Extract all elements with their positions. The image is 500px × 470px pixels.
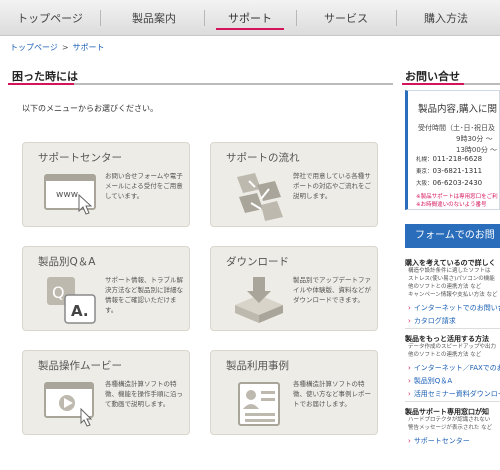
block-text: 他のソフトとの連携方法 など (408, 284, 482, 290)
question-answer-icon: Q. A. (47, 277, 96, 324)
internet-fax-inquiry-link[interactable]: ›インターネット／FAXでのお問 (408, 363, 500, 373)
internet-inquiry-link[interactable]: ›インターネットでのお問い合せ (408, 303, 500, 313)
icon-label: www (56, 190, 78, 200)
card-title: サポートセンター (38, 152, 122, 164)
nav-item-label: 購入方法 (424, 12, 468, 25)
hours-line: 9時30分 〜 (456, 135, 493, 143)
product-qa-link[interactable]: › 製品別Q＆A (408, 376, 452, 386)
support-center-link[interactable]: › サポートセンター (408, 436, 470, 446)
card-description: 弊社で用意している各種サポートの対応やご流れをご説明します。 (293, 172, 371, 200)
download-card[interactable]: ダウンロード 製品別でアップデートファイルや体験版、資料などがダウンロードできま… (210, 246, 378, 331)
arrow-icon: › (408, 437, 411, 445)
nav-divider (204, 10, 205, 26)
nav-item-support[interactable]: サポート (208, 8, 292, 30)
business-hours: 受付時間（土･日･祝日及 9時30分 〜 13時00分 〜 (418, 123, 497, 156)
block-text: キャンペーン情報や支払い方法 など (408, 292, 498, 298)
contact-heading-rule (402, 83, 500, 85)
block-text: ストレス(使い易さ)パソコンの機能 (408, 276, 495, 282)
nav-item-services[interactable]: サービス (304, 8, 388, 30)
contact-note: ※お時間違いのないよう番号 (416, 202, 487, 208)
card-description: サポート情報、トラブル解決方法など製品別に詳細な情報をご確認いただけます。 (105, 276, 183, 314)
phone-sapporo: 札幌：011-218-6628 (416, 155, 483, 163)
hours-line: 受付時間（土･日･祝日及 (418, 124, 495, 132)
intro-text: 以下のメニューからお選びください。 (22, 104, 158, 113)
arrow-icon: › (408, 317, 411, 325)
block-text: データ作成のスピードアップや出力 (408, 344, 497, 350)
video-player-icon (44, 382, 94, 427)
card-description: 各種構造計算ソフトの特徴、使い方など事例レポートでお届けします。 (293, 380, 371, 408)
user-document-icon (238, 382, 280, 426)
nav-item-label: 製品案内 (132, 12, 176, 25)
card-title: 製品別Q＆A (38, 256, 96, 268)
arrow-icon: › (408, 377, 411, 385)
phone-osaka: 大阪：06-6203-2430 (416, 179, 483, 187)
card-title: 製品利用事例 (226, 360, 289, 372)
card-title: サポートの流れ (226, 152, 300, 164)
card-title: 製品操作ムービー (38, 360, 122, 372)
case-studies-card[interactable]: 製品利用事例 各種構造計算ソフトの特徴、使い方など事例レポートでお届けします。 (210, 350, 378, 435)
support-flow-card[interactable]: サポートの流れ 弊社で用意している各種サポートの対応やご流れをご説明します。 (210, 142, 378, 227)
nav-divider (100, 10, 101, 26)
block-text: 警告メッセージが表示された など (408, 425, 493, 431)
contact-heading: お問い合せ (405, 70, 460, 83)
top-navigation: トップページ 製品案内 サポート サービス 購入方法 (0, 0, 500, 36)
card-title: ダウンロード (226, 256, 289, 268)
contact-title: 製品内容,購入に関 (418, 104, 498, 115)
nav-item-label: サポート (228, 12, 272, 25)
nav-item-top-page[interactable]: トップページ (8, 8, 92, 30)
nav-item-label: サービス (324, 12, 368, 25)
breadcrumb-current[interactable]: サポート (73, 43, 105, 52)
download-icon (235, 277, 283, 323)
divider (405, 401, 500, 402)
arrow-icon: › (408, 304, 411, 312)
main-heading: 困った時には (12, 70, 78, 83)
breadcrumb-separator: > (61, 43, 69, 52)
browser-window-icon: www (44, 174, 96, 215)
arrow-icon: › (408, 364, 411, 372)
contact-form-button[interactable]: フォームでのお問 (405, 224, 500, 248)
usage-heading: 製品をもっと活用する方法 (405, 335, 489, 343)
active-underline (216, 28, 284, 30)
card-description: 製品別でアップデートファイルや体験版、資料などがダウンロードできます。 (293, 276, 371, 304)
breadcrumb: トップページ > サポート (10, 42, 105, 53)
nav-divider (396, 10, 397, 26)
support-desk-heading: 製品サポート専用窓口が知 (405, 408, 489, 416)
card-description: 各種構造計算ソフトの特徴、機能を操作手順に沿って動画で説明します。 (105, 380, 183, 408)
seminar-download-link[interactable]: ›活用セミナー資料ダウンロード (408, 389, 500, 399)
block-text: ハードプロテクタが認識されない (408, 417, 491, 423)
block-text: 構造や設計条件に適したソフトは (408, 268, 491, 274)
nav-divider (296, 10, 297, 26)
block-text: 他のソフトとの連携方法 など (408, 352, 482, 358)
main-heading-rule (8, 83, 393, 85)
phone-tokyo: 東京：03-6821-1311 (416, 167, 483, 175)
card-description: お問い合せフォームや電子メールによる受付をご用意しています。 (105, 172, 183, 200)
nav-item-label: トップページ (17, 12, 83, 25)
catalog-request-link[interactable]: › カタログ請求 (408, 316, 456, 326)
purchase-consult-heading: 購入を考えているので詳しく (405, 259, 496, 267)
product-movie-card[interactable]: 製品操作ムービー 各種構造計算ソフトの特徴、機能を操作手順に沿って動画で説明しま… (22, 350, 190, 435)
icon-label: A. (71, 302, 89, 320)
breadcrumb-home-link[interactable]: トップページ (10, 43, 58, 52)
product-qa-card[interactable]: 製品別Q＆A Q. A. サポート情報、トラブル解決方法など製品別に詳細な情報を… (22, 246, 190, 331)
arrow-icon: › (408, 390, 411, 398)
divider (405, 328, 500, 329)
support-center-card[interactable]: サポートセンター www お問い合せフォームや電子メールによる受付をご用意してい… (22, 142, 190, 227)
nav-item-purchase[interactable]: 購入方法 (404, 8, 488, 30)
flow-chart-icon (237, 173, 283, 221)
contact-note: ※製品サポートは専用窓口をご利 (416, 194, 498, 200)
contact-box: 製品内容,購入に関 受付時間（土･日･祝日及 9時30分 〜 13時00分 〜 … (405, 90, 500, 210)
nav-item-products[interactable]: 製品案内 (112, 8, 196, 30)
